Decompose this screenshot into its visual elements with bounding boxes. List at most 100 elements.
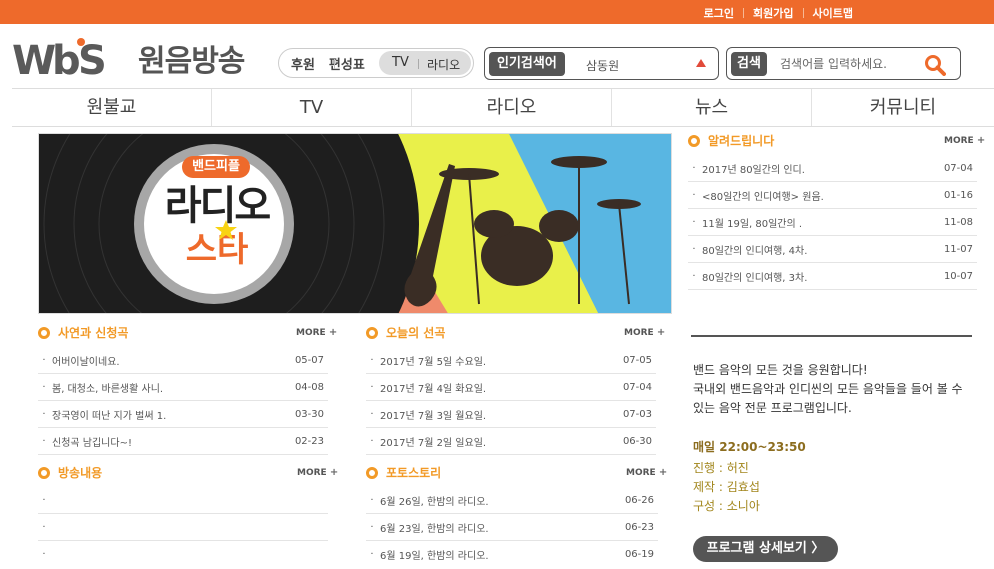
banner-illustration — [39, 134, 671, 313]
list-item-title[interactable]: 80일간의 인디여행, 3차. — [702, 269, 937, 284]
list-item[interactable]: · 어버이날이네요. 05-07 — [38, 347, 328, 374]
program-description-line1: 밴드 음악의 모든 것을 응원합니다! — [693, 363, 868, 377]
picks-section-header: 오늘의 선곡 — [366, 324, 445, 341]
list-item[interactable]: · 2017년 7월 5일 수요일. 07-05 — [366, 347, 656, 374]
list-item-title[interactable]: 6월 19일, 한밤의 라디오. — [380, 547, 618, 562]
photo-section-title[interactable]: 포토스토리 — [386, 464, 441, 481]
list-item[interactable]: · 장국영이 떠난 지가 벌써 1. 03-30 — [38, 401, 328, 428]
list-item[interactable]: · 신청곡 남깁니다~! 02-23 — [38, 428, 328, 455]
divider — [802, 8, 804, 18]
list-item-date: 02-23 — [294, 435, 324, 447]
picks-section-title[interactable]: 오늘의 선곡 — [386, 324, 445, 341]
signup-link[interactable]: 회원가입 — [753, 5, 793, 21]
sub-nav: 후원 편성표 TV 라디오 — [278, 48, 474, 78]
list-item[interactable]: · — [38, 541, 328, 568]
program-banner[interactable]: 밴드피플 라디오 스타 — [38, 133, 672, 314]
list-item[interactable]: · 6월 23일, 한밤의 라디오. 06-23 — [366, 514, 658, 541]
popular-search[interactable]: 인기검색어 삼동원 — [484, 47, 719, 80]
plus-icon: + — [328, 327, 338, 338]
more-label: MORE — [297, 468, 327, 478]
search-icon[interactable] — [924, 54, 946, 76]
triangle-up-icon[interactable] — [696, 59, 706, 67]
list-item[interactable]: · 2017년 7월 4일 화요일. 07-04 — [366, 374, 656, 401]
circle-bullet-icon — [366, 326, 378, 339]
more-label: MORE — [624, 328, 654, 338]
site-logo[interactable]: W b S 원음방송 — [12, 34, 245, 82]
list-item[interactable]: · 봄, 대청소, 바른생활 사니. 04-08 — [38, 374, 328, 401]
list-item-title[interactable]: 2017년 7월 5일 수요일. — [380, 353, 616, 368]
list-item[interactable]: · 6월 26일, 한밤의 라디오. 06-26 — [366, 487, 658, 514]
list-item-date: 06-26 — [624, 494, 654, 506]
program-detail-button[interactable]: 프로그램 상세보기 〉 — [693, 536, 838, 562]
broadcast-more-button[interactable]: MORE + — [297, 467, 338, 478]
list-item[interactable]: · 2017년 7월 2일 일요일. 06-30 — [366, 428, 656, 455]
list-item-title[interactable]: 6월 23일, 한밤의 라디오. — [380, 520, 618, 535]
list-item-date: 06-19 — [624, 549, 654, 560]
list-item-date: 01-16 — [943, 189, 973, 201]
notice-section-title[interactable]: 알려드립니다 — [708, 132, 774, 149]
popular-search-value[interactable]: 삼동원 — [586, 57, 619, 74]
list-item-title[interactable]: 6월 26일, 한밤의 라디오. — [380, 493, 618, 508]
photo-section-header: 포토스토리 — [366, 464, 441, 481]
story-more-button[interactable]: MORE + — [296, 327, 337, 338]
nav-item-radio[interactable]: 라디오 — [412, 89, 612, 126]
list-item[interactable]: · 2017년 80일간의 인디. 07-04 — [688, 155, 977, 182]
section-divider — [691, 335, 972, 337]
bullet-icon: · — [370, 549, 374, 560]
list-item[interactable]: · 2017년 7월 3일 월요일. 07-03 — [366, 401, 656, 428]
list-item-title[interactable]: <80일간의 인디여행> 원음. — [702, 188, 937, 203]
circle-bullet-icon — [688, 134, 700, 147]
bullet-icon: · — [370, 435, 374, 447]
broadcast-list: · · · — [38, 487, 328, 568]
banner-badge: 밴드피플 — [182, 156, 250, 178]
circle-bullet-icon — [38, 466, 50, 479]
program-credits: 진행 : 허진 제작 : 김효섭 구성 : 소니아 — [693, 459, 760, 516]
list-item-title[interactable]: 80일간의 인디여행, 4차. — [702, 242, 937, 257]
list-item-title[interactable]: 2017년 7월 4일 화요일. — [380, 380, 616, 395]
list-item[interactable]: · 80일간의 인디여행, 4차. 11-07 — [688, 236, 977, 263]
list-item[interactable]: · — [38, 487, 328, 514]
list-item-date: 06-23 — [624, 521, 654, 533]
donate-link[interactable]: 후원 — [279, 54, 327, 73]
search-input[interactable] — [780, 54, 920, 74]
nav-item-community[interactable]: 커뮤니티 — [812, 89, 994, 126]
tv-toggle[interactable]: TV — [392, 55, 409, 70]
list-item[interactable]: · 6월 19일, 한밤의 라디오. 06-19 — [366, 541, 658, 568]
login-link[interactable]: 로그인 — [704, 5, 734, 21]
picks-more-button[interactable]: MORE + — [624, 327, 665, 338]
list-item-title[interactable]: 봄, 대청소, 바른생활 사니. — [52, 380, 288, 395]
bullet-icon: · — [370, 408, 374, 420]
nav-item-tv[interactable]: TV — [212, 89, 412, 126]
plus-icon: + — [656, 327, 666, 338]
photo-more-button[interactable]: MORE + — [626, 467, 667, 478]
program-producer: 제작 : 김효섭 — [693, 480, 760, 494]
sitemap-link[interactable]: 사이트맵 — [813, 5, 853, 21]
list-item[interactable]: · 80일간의 인디여행, 3차. 10-07 — [688, 263, 977, 290]
svg-text:W: W — [12, 38, 55, 80]
list-item-title[interactable]: 2017년 7월 3일 월요일. — [380, 407, 616, 422]
list-item-title[interactable]: 2017년 80일간의 인디. — [702, 161, 937, 176]
top-links: 로그인 회원가입 사이트맵 — [704, 5, 853, 21]
notice-more-button[interactable]: MORE + — [944, 135, 985, 146]
list-item-title[interactable]: 2017년 7월 2일 일요일. — [380, 434, 616, 449]
photo-list: · 6월 26일, 한밤의 라디오. 06-26 · 6월 23일, 한밤의 라디오.… — [366, 487, 658, 568]
list-item-title[interactable]: 11월 19일, 80일간의 . — [702, 215, 937, 230]
bullet-icon: · — [370, 521, 374, 533]
more-label: MORE — [296, 328, 326, 338]
story-section-title[interactable]: 사연과 신청곡 — [58, 324, 128, 341]
broadcast-section-header: 방송내용 — [38, 464, 102, 481]
program-description: 밴드 음악의 모든 것을 응원합니다! 국내외 밴드음악과 인디씬의 모든 음악… — [693, 361, 977, 418]
radio-toggle[interactable]: 라디오 — [427, 56, 460, 73]
list-item-title[interactable]: 어버이날이네요. — [52, 353, 288, 368]
plus-icon: + — [976, 135, 986, 146]
list-item-title[interactable]: 장국영이 떠난 지가 벌써 1. — [52, 407, 288, 422]
bullet-icon: · — [692, 270, 696, 282]
list-item[interactable]: · — [38, 514, 328, 541]
bullet-icon: · — [370, 494, 374, 506]
list-item-title[interactable]: 신청곡 남깁니다~! — [52, 434, 288, 449]
list-item[interactable]: · 11월 19일, 80일간의 . 11-08 — [688, 209, 977, 236]
list-item[interactable]: · <80일간의 인디여행> 원음. 01-16 — [688, 182, 977, 209]
broadcast-section-title[interactable]: 방송내용 — [58, 464, 102, 481]
nav-item-wonbuddhism[interactable]: 원불교 — [12, 89, 212, 126]
nav-item-news[interactable]: 뉴스 — [612, 89, 812, 126]
